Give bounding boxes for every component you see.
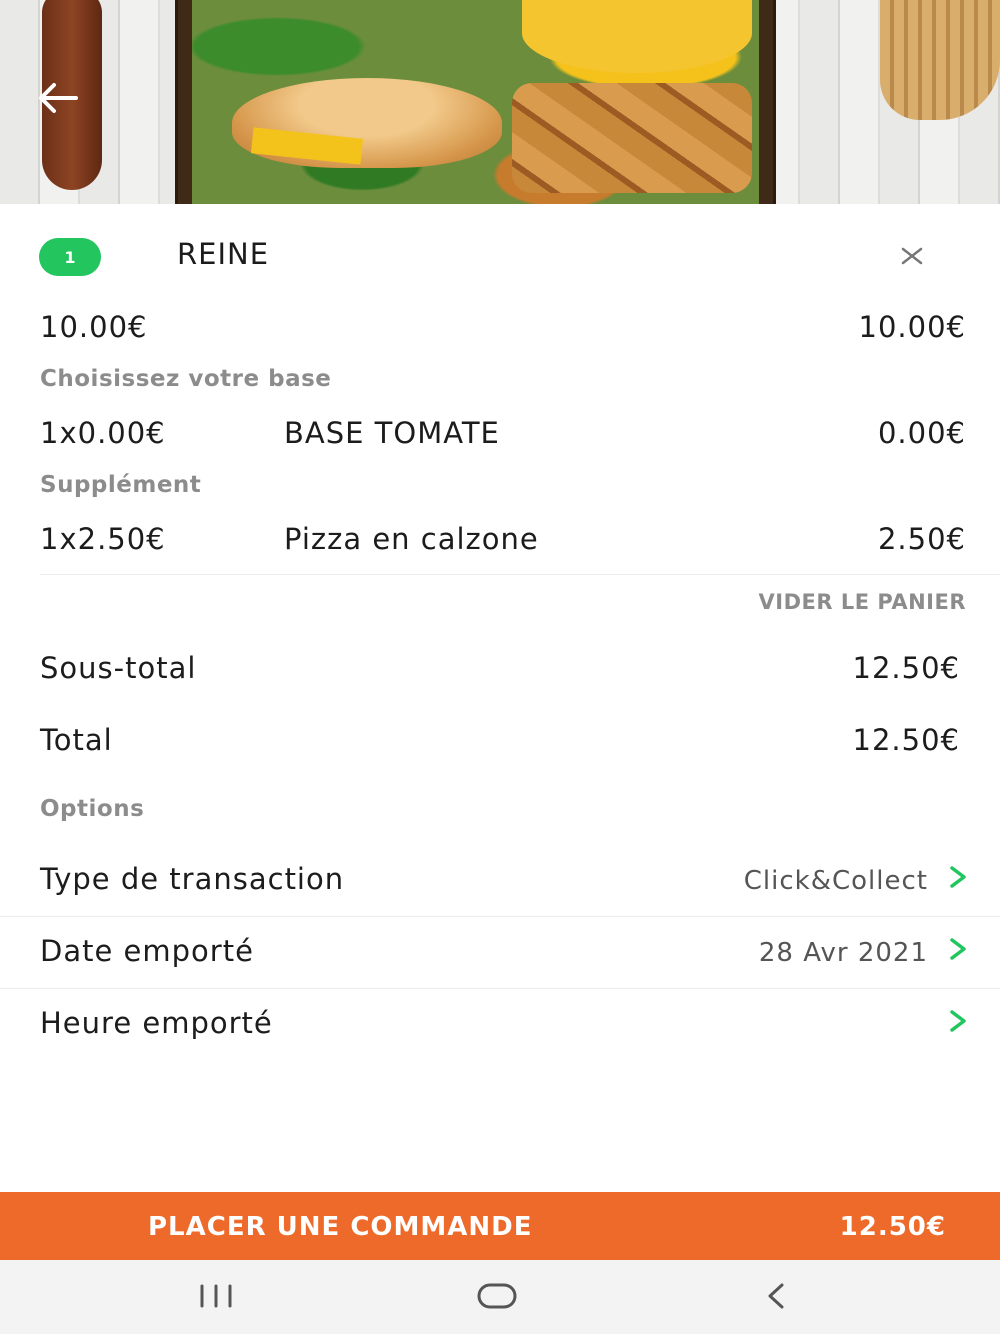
subtotal-label: Sous-total (40, 651, 197, 685)
place-order-amount: 12.50€ (839, 1212, 946, 1242)
subtotal-value: 12.50€ (852, 651, 960, 685)
choice-total: 0.00€ (877, 416, 966, 450)
choice-group-title: Choisissez votre base (40, 366, 332, 392)
choice-qty-price: 1x2.50€ (40, 522, 166, 556)
choice-group-title: Supplément (40, 472, 202, 498)
chevron-right-icon (950, 1010, 966, 1032)
home-icon (477, 1283, 517, 1309)
place-order-label: PLACER UNE COMMANDE (148, 1212, 533, 1242)
nav-back-button[interactable] (760, 1280, 792, 1316)
product-photo (0, 0, 1000, 204)
choice-row: 1x0.00€ BASE TOMATE 0.00€ (40, 416, 966, 450)
close-icon (901, 247, 923, 265)
nav-back-icon (768, 1283, 784, 1309)
choice-total: 2.50€ (877, 522, 966, 556)
transaction-type-row[interactable]: Type de transaction Click&Collect (0, 862, 1000, 934)
options-title: Options (40, 796, 145, 822)
back-button[interactable] (36, 80, 80, 116)
total-label: Total (40, 723, 113, 757)
subtotal-row: Sous-total 12.50€ (40, 651, 960, 685)
recents-button[interactable] (196, 1280, 236, 1316)
chevron-right-icon (950, 938, 966, 960)
option-value: Click&Collect (743, 866, 928, 896)
item-price-row: 10.00€ 10.00€ (40, 310, 966, 344)
unit-price: 10.00€ (40, 310, 148, 344)
chevron-right-icon (950, 866, 966, 888)
choice-qty-price: 1x0.00€ (40, 416, 166, 450)
option-value: 28 Avr 2021 (758, 938, 928, 968)
clear-cart-button[interactable]: VIDER LE PANIER (759, 590, 966, 614)
line-total: 10.00€ (858, 310, 966, 344)
remove-item-button[interactable] (896, 240, 928, 272)
system-navigation-bar (0, 1260, 1000, 1334)
divider (0, 916, 1000, 917)
place-order-button[interactable]: PLACER UNE COMMANDE 12.50€ (0, 1192, 1000, 1260)
option-label: Heure emporté (40, 1006, 273, 1040)
photo-rolling-pin (880, 0, 1000, 120)
choice-option: Pizza en calzone (284, 522, 539, 556)
recents-icon (200, 1284, 232, 1308)
choice-row: 1x2.50€ Pizza en calzone 2.50€ (40, 522, 966, 556)
divider (40, 574, 1000, 575)
pickup-date-row[interactable]: Date emporté 28 Avr 2021 (0, 934, 1000, 1006)
photo-tray (175, 0, 776, 204)
choice-option: BASE TOMATE (284, 416, 500, 450)
home-button[interactable] (475, 1280, 519, 1316)
arrow-left-icon (39, 83, 78, 113)
quantity-badge: 1 (39, 238, 101, 276)
item-name: REINE (177, 237, 270, 271)
total-value: 12.50€ (852, 723, 960, 757)
option-label: Date emporté (40, 934, 254, 968)
option-label: Type de transaction (40, 862, 345, 896)
pickup-time-row[interactable]: Heure emporté (0, 1006, 1000, 1078)
total-row: Total 12.50€ (40, 723, 960, 757)
divider (0, 988, 1000, 989)
